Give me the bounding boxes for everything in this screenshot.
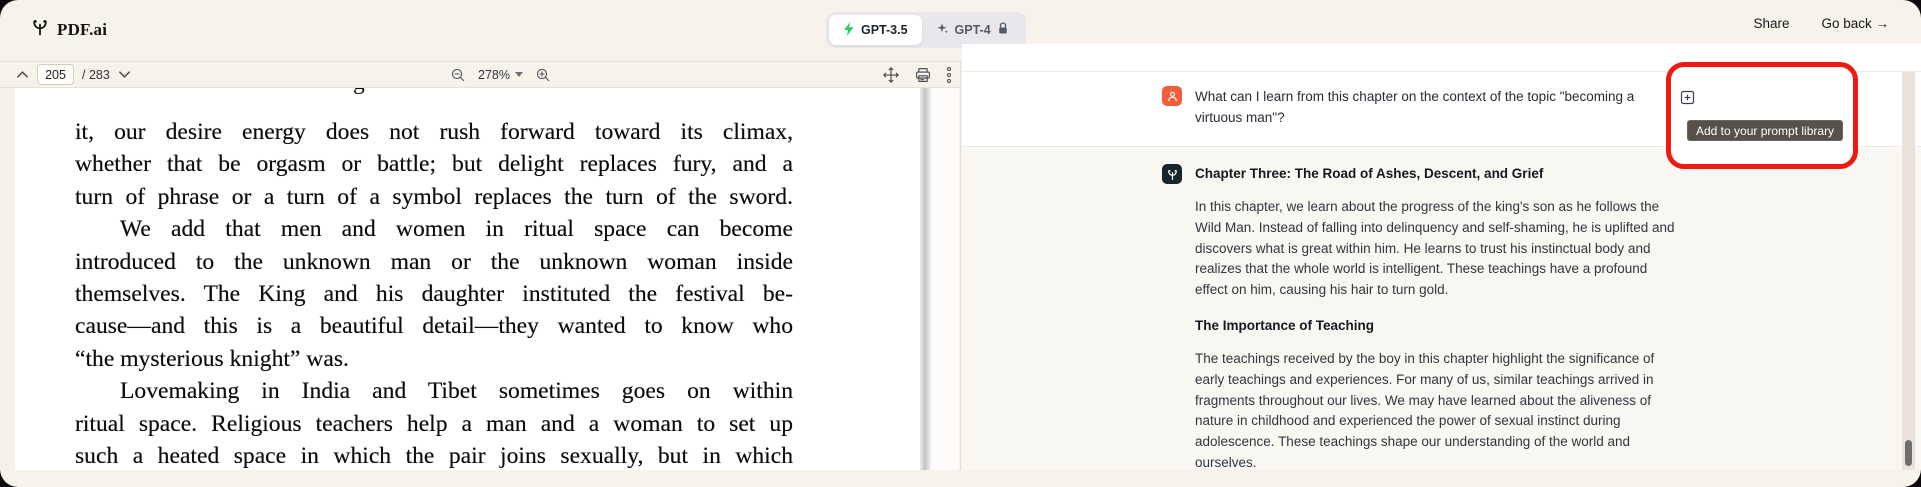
page-navigation: / 283 (16, 62, 131, 87)
book-text-line: introduced to the unknown man or the unk… (75, 246, 793, 278)
prompt-library-tooltip: Add to your prompt library (1687, 120, 1843, 141)
book-text-block: it, our desire energy does not rush forw… (75, 116, 793, 472)
share-button[interactable]: Share (1753, 16, 1789, 31)
model-toggle: GPT-3.5 GPT-4 (826, 12, 1026, 48)
pdfai-logo[interactable]: PDF.ai (30, 17, 107, 42)
pdf-toolbar: / 283 278% (0, 61, 960, 88)
user-question-text: What can I learn from this chapter on th… (1195, 86, 1700, 146)
pdf-gutter (931, 88, 959, 470)
page-total-label: / 283 (82, 68, 110, 82)
lock-icon (997, 22, 1009, 38)
book-text-line: such a heated space in which the pair jo… (75, 440, 793, 472)
chat-scrollbar-thumb[interactable] (1905, 440, 1912, 466)
pdf-pane: / 283 278% (0, 61, 961, 470)
pdf-tools (882, 62, 952, 87)
chat-scrollbar-track[interactable] (1902, 72, 1915, 470)
answer-title: Chapter Three: The Road of Ashes, Descen… (1195, 164, 1700, 184)
gpt35-label: GPT-3.5 (861, 23, 908, 37)
zoom-controls: 278% (450, 62, 551, 87)
zoom-in-icon[interactable] (535, 67, 551, 83)
book-text-line: turn of phrase or a turn of a symbol rep… (75, 181, 793, 213)
book-text-line: it, our desire energy does not rush forw… (75, 116, 793, 148)
assistant-content: Chapter Three: The Road of Ashes, Descen… (1195, 164, 1700, 474)
zoom-out-icon[interactable] (450, 67, 466, 83)
book-text-line: Lovemaking in India and Tibet sometimes … (75, 375, 793, 407)
page-up-icon[interactable] (16, 70, 29, 79)
pdfai-leaf-icon (30, 17, 50, 42)
zoom-caret-icon (515, 72, 523, 77)
more-options-kebab-icon[interactable] (946, 66, 952, 84)
app-window: PDF.ai GPT-3.5 GPT-4 Share Go back (0, 0, 1921, 487)
answer-paragraph-2: The teachings received by the boy in thi… (1195, 349, 1700, 474)
book-text-line: “the mysterious knight” was. (75, 343, 793, 375)
red-highlight-annotation (1666, 62, 1858, 169)
page-number-input[interactable] (37, 64, 74, 85)
zoom-level-value: 278% (478, 68, 510, 82)
go-back-button[interactable]: Go back → (1821, 16, 1889, 31)
gpt4-label: GPT-4 (955, 23, 991, 37)
sparkle-icon (936, 22, 949, 38)
answer-paragraph-1: In this chapter, we learn about the prog… (1195, 197, 1700, 301)
tab-gpt4[interactable]: GPT-4 (922, 15, 1023, 45)
tab-gpt35[interactable]: GPT-3.5 (829, 15, 922, 45)
book-text-cut-line: g (353, 88, 365, 95)
book-text-line: ritual space. Religious teachers help a … (75, 408, 793, 440)
add-to-prompt-library-icon[interactable] (1679, 89, 1696, 111)
logo-text: PDF.ai (57, 20, 107, 40)
header-actions: Share Go back → (1753, 16, 1889, 31)
book-text-line: whether that be orgasm or battle; but de… (75, 148, 793, 180)
print-icon[interactable] (914, 66, 932, 84)
pdf-canvas[interactable]: g it, our desire energy does not rush fo… (0, 88, 959, 470)
pdf-page: g it, our desire energy does not rush fo… (15, 88, 935, 470)
zoom-level-dropdown[interactable]: 278% (478, 68, 523, 82)
book-text-line: themselves. The King and his daughter in… (75, 278, 793, 310)
pan-move-icon[interactable] (882, 66, 900, 84)
lightning-icon (843, 22, 855, 39)
assistant-avatar (1162, 164, 1182, 184)
assistant-message: Chapter Three: The Road of Ashes, Descen… (1162, 164, 1861, 474)
answer-subheading: The Importance of Teaching (1195, 316, 1700, 336)
user-avatar (1162, 86, 1182, 106)
page-down-icon[interactable] (118, 70, 131, 79)
pdf-vertical-scrollbar[interactable] (920, 88, 931, 470)
book-text-line: cause—and this is a beautiful detail—the… (75, 310, 793, 342)
book-text-line: We add that men and women in ritual spac… (75, 213, 793, 245)
assistant-message-area: Chapter Three: The Road of Ashes, Descen… (962, 148, 1921, 470)
